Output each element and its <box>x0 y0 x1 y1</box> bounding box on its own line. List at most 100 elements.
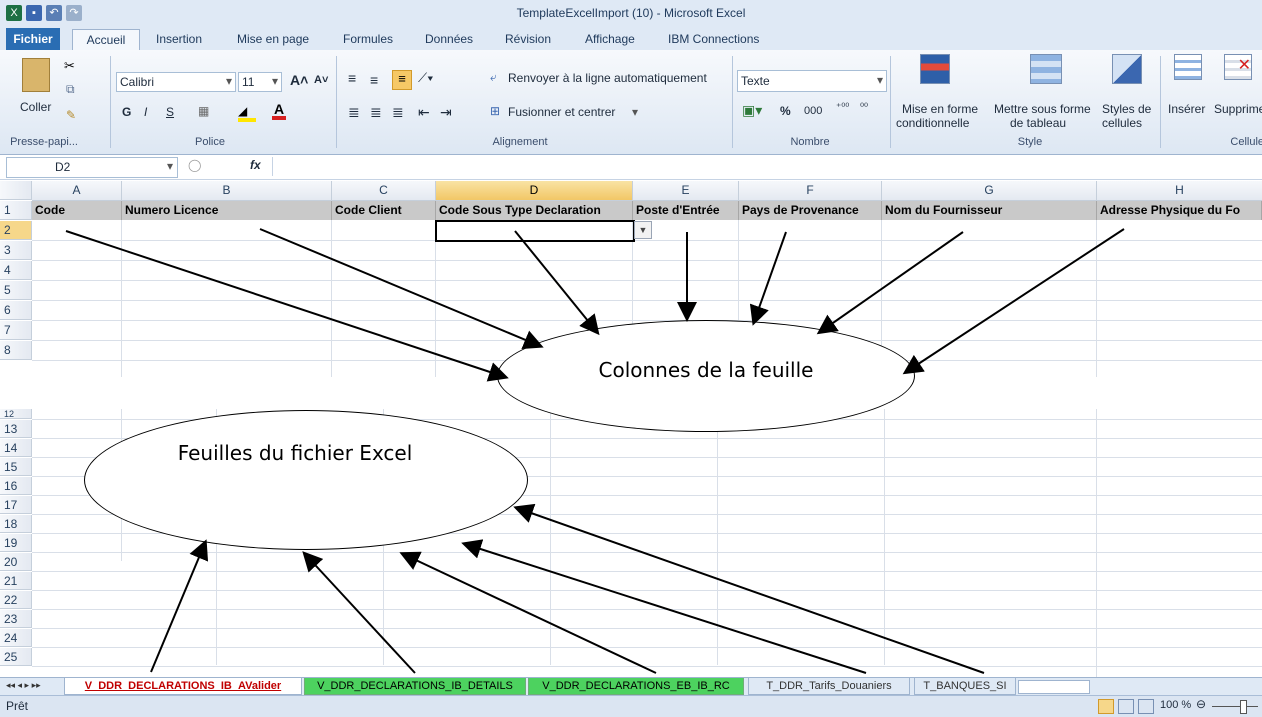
font-size-select[interactable]: 11 ▾ <box>238 72 282 92</box>
header-cell-nom-fournisseur[interactable]: Nom du Fournisseur <box>882 201 1097 220</box>
sheet-tab-details[interactable]: V_DDR_DECLARATIONS_IB_DETAILS <box>304 678 526 695</box>
row-header[interactable]: 2 <box>0 221 32 240</box>
align-middle-icon[interactable]: ≡ <box>370 72 378 88</box>
tab-insertion[interactable]: Insertion <box>156 32 202 46</box>
select-all-corner[interactable] <box>0 181 32 200</box>
zoom-level[interactable]: 100 % <box>1160 699 1191 711</box>
row-header[interactable]: 19 <box>0 534 32 552</box>
row-header[interactable]: 23 <box>0 610 32 628</box>
italic-button[interactable]: I <box>144 105 147 119</box>
row-header[interactable]: 22 <box>0 591 32 609</box>
selected-cell-d2[interactable] <box>435 220 635 242</box>
currency-icon[interactable]: ▣▾ <box>742 102 762 119</box>
header-cell-poste-entree[interactable]: Poste d'Entrée <box>633 201 739 220</box>
horizontal-scrollbar[interactable] <box>1018 680 1090 694</box>
page-break-icon[interactable] <box>1138 699 1154 714</box>
merge-center-button[interactable]: Fusionner et centrer <box>508 105 615 119</box>
sheet-tab-avalider[interactable]: V_DDR_DECLARATIONS_IB_AValider <box>64 678 302 695</box>
column-header-c[interactable]: C <box>332 181 436 201</box>
row-header[interactable]: 7 <box>0 321 32 340</box>
row-header[interactable]: 3 <box>0 241 32 260</box>
zoom-slider-thumb[interactable] <box>1240 700 1247 714</box>
row-header[interactable]: 12 <box>0 409 32 419</box>
normal-view-icon[interactable] <box>1098 699 1114 714</box>
format-table-icon[interactable] <box>1030 54 1062 84</box>
sheet-tab-banques[interactable]: T_BANQUES_SI <box>914 678 1016 695</box>
column-header-f[interactable]: F <box>739 181 882 201</box>
tab-donnees[interactable]: Données <box>425 32 473 46</box>
align-bottom-icon[interactable]: ≡ <box>392 70 412 90</box>
column-header-h[interactable]: H <box>1097 181 1262 201</box>
row-header[interactable]: 17 <box>0 496 32 514</box>
zoom-out-icon[interactable]: ⊖ <box>1196 697 1206 711</box>
zoom-slider[interactable] <box>1212 706 1258 707</box>
tab-formules[interactable]: Formules <box>343 32 393 46</box>
formula-input[interactable] <box>272 157 1262 176</box>
conditional-format-icon[interactable] <box>920 54 950 84</box>
paste-button[interactable]: Coller <box>20 100 51 114</box>
column-header-g[interactable]: G <box>882 181 1097 201</box>
name-box[interactable]: D2 ▾ <box>6 157 178 178</box>
bold-button[interactable]: G <box>122 105 131 119</box>
font-color-icon[interactable]: A <box>272 102 286 120</box>
paste-icon[interactable] <box>22 58 50 92</box>
row-header[interactable]: 20 <box>0 553 32 571</box>
row-header[interactable]: 16 <box>0 477 32 495</box>
fill-color-icon[interactable]: ◢ <box>238 104 256 122</box>
cancel-icon[interactable]: ◯ <box>188 158 201 172</box>
row-header[interactable]: 21 <box>0 572 32 590</box>
column-header-d[interactable]: D <box>436 181 633 201</box>
chevron-down-icon[interactable]: ▾ <box>632 105 638 119</box>
font-name-select[interactable]: Calibri ▾ <box>116 72 236 92</box>
tab-revision[interactable]: Révision <box>505 32 551 46</box>
cell-styles-button[interactable]: Styles de <box>1102 102 1151 116</box>
align-center-icon[interactable]: ≣ <box>370 104 382 121</box>
format-table-button[interactable]: Mettre sous forme <box>994 102 1091 116</box>
header-cell-code-sous-type[interactable]: Code Sous Type Declaration <box>436 201 633 220</box>
tab-navigation-icon[interactable]: ◂◂ ◂ ▸ ▸▸ <box>6 680 41 691</box>
row-header[interactable]: 25 <box>0 648 32 666</box>
grow-font-icon[interactable]: A˄ <box>290 72 308 88</box>
row-header[interactable]: 6 <box>0 301 32 320</box>
copy-icon[interactable]: ⧉ <box>66 82 75 97</box>
underline-button[interactable]: S <box>166 105 174 119</box>
header-cell-code[interactable]: Code <box>32 201 122 220</box>
orientation-icon[interactable]: ⟋▾ <box>418 70 433 86</box>
conditional-format-button-line2[interactable]: conditionnelle <box>896 116 969 130</box>
row-header[interactable]: 13 <box>0 420 32 438</box>
increase-indent-icon[interactable]: ⇥ <box>440 104 452 121</box>
row-header[interactable]: 15 <box>0 458 32 476</box>
header-cell-pays-provenance[interactable]: Pays de Provenance <box>739 201 882 220</box>
page-layout-icon[interactable] <box>1118 699 1134 714</box>
sheet-tab-tarifs[interactable]: T_DDR_Tarifs_Douaniers <box>748 678 910 695</box>
header-cell-numero-licence[interactable]: Numero Licence <box>122 201 332 220</box>
align-left-icon[interactable]: ≣ <box>348 104 360 121</box>
cell-styles-button-line2[interactable]: cellules <box>1102 116 1142 130</box>
header-cell-code-client[interactable]: Code Client <box>332 201 436 220</box>
column-header-b[interactable]: B <box>122 181 332 201</box>
function-icon[interactable]: fx <box>250 158 261 172</box>
tab-affichage[interactable]: Affichage <box>585 32 635 46</box>
row-header[interactable]: 4 <box>0 261 32 280</box>
decrease-indent-icon[interactable]: ⇤ <box>418 104 430 121</box>
row-header[interactable]: 24 <box>0 629 32 647</box>
tab-mise-en-page[interactable]: Mise en page <box>237 32 309 46</box>
thousands-button[interactable]: 000 <box>804 105 822 117</box>
delete-cells-icon[interactable]: ✕ <box>1224 54 1252 80</box>
decrease-decimal-icon[interactable]: ⁰⁰ <box>860 102 868 113</box>
cell-styles-icon[interactable] <box>1112 54 1142 84</box>
align-top-icon[interactable]: ≡ <box>348 70 356 86</box>
row-header[interactable]: 18 <box>0 515 32 533</box>
tab-fichier[interactable]: Fichier <box>6 28 60 50</box>
border-icon[interactable]: ▦ <box>198 104 209 118</box>
insert-cells-icon[interactable] <box>1174 54 1202 80</box>
column-header-a[interactable]: A <box>32 181 122 201</box>
cut-icon[interactable]: ✂ <box>64 58 75 74</box>
format-table-button-line2[interactable]: de tableau <box>1010 116 1066 130</box>
shrink-font-icon[interactable]: A˅ <box>314 74 328 86</box>
tab-accueil[interactable]: Accueil <box>72 29 140 51</box>
row-header[interactable]: 1 <box>0 201 32 220</box>
sheet-tab-eb-ib-rc[interactable]: V_DDR_DECLARATIONS_EB_IB_RC <box>528 678 744 695</box>
row-header[interactable]: 8 <box>0 341 32 360</box>
insert-button[interactable]: Insérer <box>1168 102 1205 116</box>
